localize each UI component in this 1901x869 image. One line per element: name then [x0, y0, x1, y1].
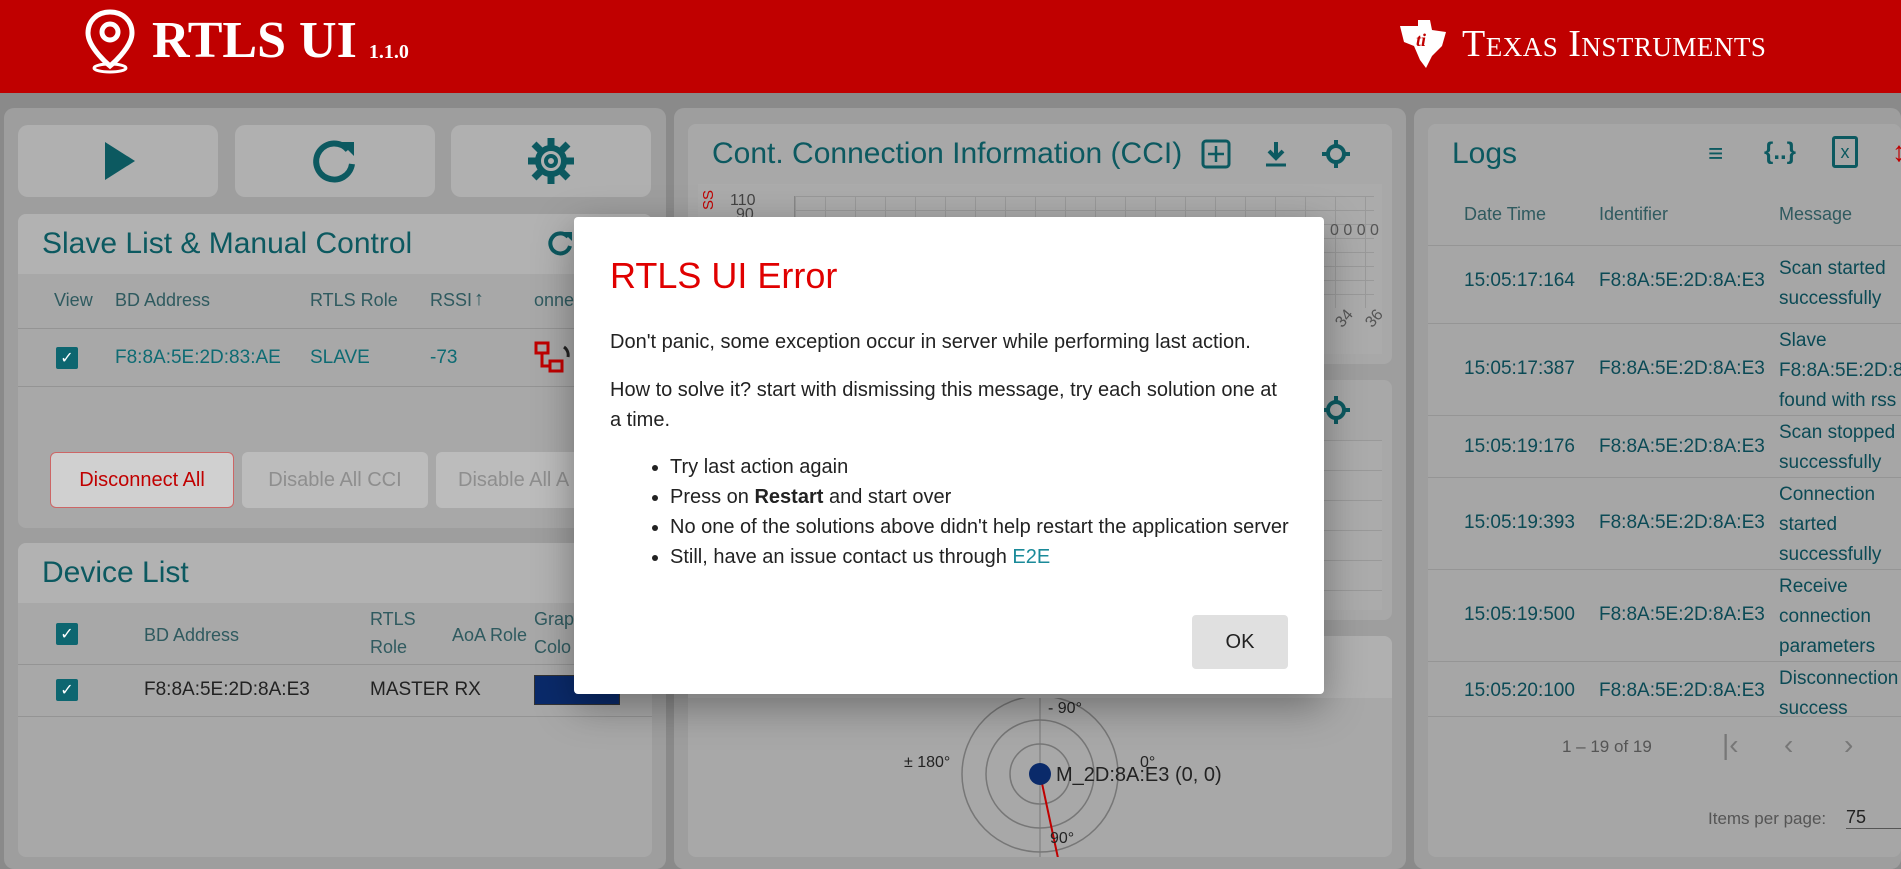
error-dialog: RTLS UI Error Don't panic, some exceptio…	[574, 217, 1324, 694]
list-item: Try last action again	[670, 452, 1289, 482]
solution-text: No one of the solutions above didn't hel…	[670, 516, 1289, 538]
dialog-title: RTLS UI Error	[610, 255, 838, 296]
solution-text: Try last action again	[670, 456, 849, 478]
list-item: Still, have an issue contact us through …	[670, 542, 1289, 572]
list-item: Press on Restart and start over	[670, 482, 1289, 512]
e2e-link[interactable]: E2E	[1012, 546, 1050, 568]
solution-text: Press on	[670, 486, 755, 508]
solution-text: Still, have an issue contact us through	[670, 546, 1013, 568]
dialog-message: Don't panic, some exception occur in ser…	[610, 331, 1251, 353]
list-item: No one of the solutions above didn't hel…	[670, 512, 1289, 542]
dialog-how-to: How to solve it? start with dismissing t…	[610, 379, 1277, 431]
solution-text: and start over	[823, 486, 952, 508]
solution-list: Try last action again Press on Restart a…	[670, 452, 1289, 572]
ok-button[interactable]: OK	[1192, 615, 1288, 669]
restart-emphasis: Restart	[754, 486, 824, 508]
